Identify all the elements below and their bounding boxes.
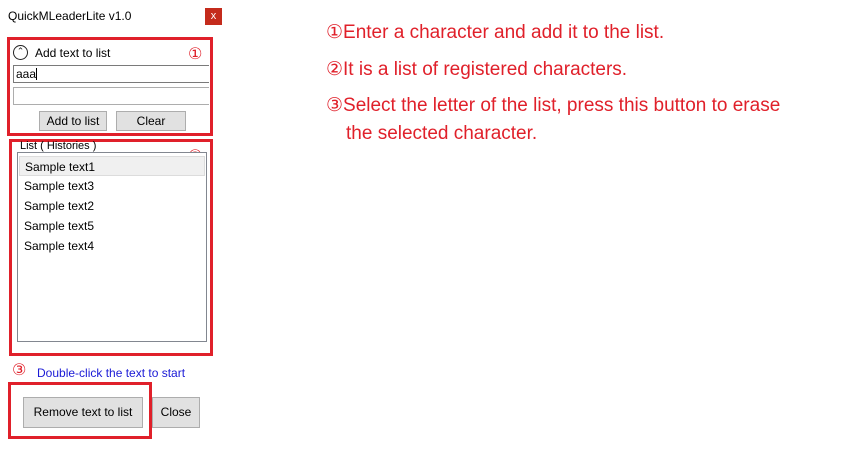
add-text-expander-label: Add text to list xyxy=(35,46,111,60)
annotation-marker-3: ③ xyxy=(12,360,27,379)
history-listbox[interactable]: Sample text1 Sample text3 Sample text2 S… xyxy=(17,152,207,342)
remove-text-button[interactable]: Remove text to list xyxy=(23,397,143,428)
list-item[interactable]: Sample text2 xyxy=(19,196,205,216)
double-click-hint: Double-click the text to start xyxy=(37,366,186,380)
text-caret xyxy=(36,68,38,80)
list-item[interactable]: Sample text4 xyxy=(19,236,205,256)
note-1: ①Enter a character and add it to the lis… xyxy=(326,22,665,43)
close-button[interactable]: Close xyxy=(152,397,200,428)
annotation-marker-1: ① xyxy=(188,44,203,63)
app-window: QuickMLeaderLite v1.0 x ① ⌃ Add text to … xyxy=(0,0,225,453)
window-title: QuickMLeaderLite v1.0 xyxy=(8,9,132,23)
add-to-list-button[interactable]: Add to list xyxy=(39,111,107,131)
note-3-line-2: the selected character. xyxy=(346,123,538,144)
window-close-button[interactable]: x xyxy=(205,8,222,25)
clear-button[interactable]: Clear xyxy=(116,111,186,131)
list-item[interactable]: Sample text3 xyxy=(19,176,205,196)
note-3-line-1: ③Select the letter of the list, press th… xyxy=(326,95,781,116)
secondary-text-input[interactable] xyxy=(13,87,209,105)
collapse-chevron-icon[interactable]: ⌃ xyxy=(13,45,28,60)
list-item[interactable]: Sample text1 xyxy=(19,156,205,176)
text-input-value: aaa xyxy=(16,67,37,81)
list-group-label: List ( Histories ) xyxy=(20,140,97,152)
text-input[interactable]: aaa xyxy=(13,65,209,83)
list-item[interactable]: Sample text5 xyxy=(19,216,205,236)
note-2: ②It is a list of registered characters. xyxy=(326,59,628,80)
